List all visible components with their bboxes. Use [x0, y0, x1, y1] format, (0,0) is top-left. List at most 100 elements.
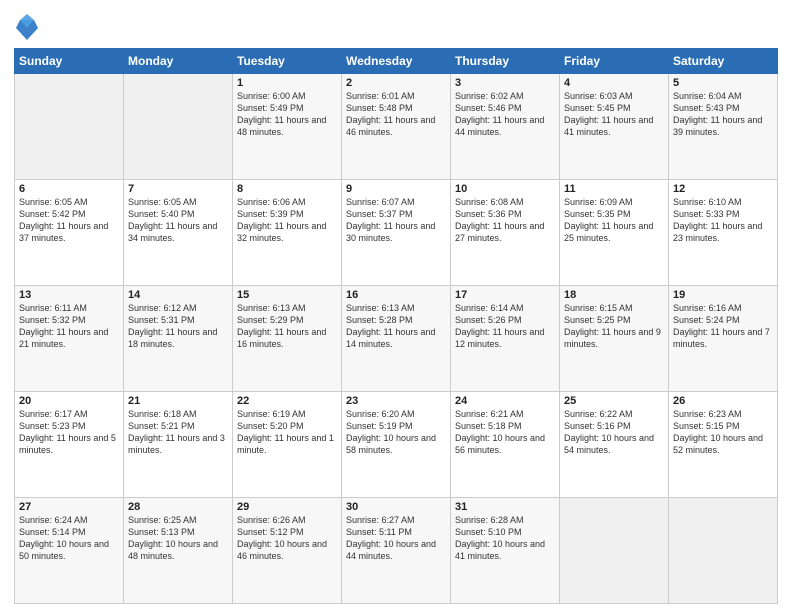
day-number: 22 — [237, 395, 337, 407]
calendar-cell: 5Sunrise: 6:04 AM Sunset: 5:43 PM Daylig… — [669, 74, 778, 180]
day-number: 6 — [19, 183, 119, 195]
day-info: Sunrise: 6:13 AM Sunset: 5:29 PM Dayligh… — [237, 302, 337, 351]
day-info: Sunrise: 6:06 AM Sunset: 5:39 PM Dayligh… — [237, 196, 337, 245]
day-info: Sunrise: 6:16 AM Sunset: 5:24 PM Dayligh… — [673, 302, 773, 351]
calendar-cell: 22Sunrise: 6:19 AM Sunset: 5:20 PM Dayli… — [233, 392, 342, 498]
day-header-tuesday: Tuesday — [233, 49, 342, 74]
day-info: Sunrise: 6:01 AM Sunset: 5:48 PM Dayligh… — [346, 90, 446, 139]
day-number: 19 — [673, 289, 773, 301]
day-info: Sunrise: 6:04 AM Sunset: 5:43 PM Dayligh… — [673, 90, 773, 139]
day-header-wednesday: Wednesday — [342, 49, 451, 74]
calendar-cell: 8Sunrise: 6:06 AM Sunset: 5:39 PM Daylig… — [233, 180, 342, 286]
calendar-cell — [124, 74, 233, 180]
day-number: 28 — [128, 501, 228, 513]
calendar-cell: 17Sunrise: 6:14 AM Sunset: 5:26 PM Dayli… — [451, 286, 560, 392]
day-number: 14 — [128, 289, 228, 301]
day-number: 4 — [564, 77, 664, 89]
logo-icon — [16, 14, 38, 42]
page: SundayMondayTuesdayWednesdayThursdayFrid… — [0, 0, 792, 612]
calendar-cell: 21Sunrise: 6:18 AM Sunset: 5:21 PM Dayli… — [124, 392, 233, 498]
day-number: 23 — [346, 395, 446, 407]
calendar-cell: 19Sunrise: 6:16 AM Sunset: 5:24 PM Dayli… — [669, 286, 778, 392]
day-number: 11 — [564, 183, 664, 195]
calendar-cell: 10Sunrise: 6:08 AM Sunset: 5:36 PM Dayli… — [451, 180, 560, 286]
day-header-saturday: Saturday — [669, 49, 778, 74]
logo — [14, 12, 38, 42]
day-info: Sunrise: 6:10 AM Sunset: 5:33 PM Dayligh… — [673, 196, 773, 245]
day-number: 5 — [673, 77, 773, 89]
day-info: Sunrise: 6:13 AM Sunset: 5:28 PM Dayligh… — [346, 302, 446, 351]
calendar-cell — [669, 498, 778, 604]
calendar-cell: 24Sunrise: 6:21 AM Sunset: 5:18 PM Dayli… — [451, 392, 560, 498]
calendar-week-3: 13Sunrise: 6:11 AM Sunset: 5:32 PM Dayli… — [15, 286, 778, 392]
calendar-cell: 26Sunrise: 6:23 AM Sunset: 5:15 PM Dayli… — [669, 392, 778, 498]
calendar-cell: 14Sunrise: 6:12 AM Sunset: 5:31 PM Dayli… — [124, 286, 233, 392]
day-number: 7 — [128, 183, 228, 195]
calendar-week-5: 27Sunrise: 6:24 AM Sunset: 5:14 PM Dayli… — [15, 498, 778, 604]
day-header-monday: Monday — [124, 49, 233, 74]
day-info: Sunrise: 6:08 AM Sunset: 5:36 PM Dayligh… — [455, 196, 555, 245]
day-info: Sunrise: 6:07 AM Sunset: 5:37 PM Dayligh… — [346, 196, 446, 245]
calendar-cell: 9Sunrise: 6:07 AM Sunset: 5:37 PM Daylig… — [342, 180, 451, 286]
day-info: Sunrise: 6:28 AM Sunset: 5:10 PM Dayligh… — [455, 514, 555, 563]
day-info: Sunrise: 6:24 AM Sunset: 5:14 PM Dayligh… — [19, 514, 119, 563]
day-info: Sunrise: 6:22 AM Sunset: 5:16 PM Dayligh… — [564, 408, 664, 457]
day-number: 18 — [564, 289, 664, 301]
calendar-table: SundayMondayTuesdayWednesdayThursdayFrid… — [14, 48, 778, 604]
day-number: 20 — [19, 395, 119, 407]
header — [14, 10, 778, 42]
day-number: 2 — [346, 77, 446, 89]
day-info: Sunrise: 6:09 AM Sunset: 5:35 PM Dayligh… — [564, 196, 664, 245]
calendar-cell: 20Sunrise: 6:17 AM Sunset: 5:23 PM Dayli… — [15, 392, 124, 498]
calendar-cell: 15Sunrise: 6:13 AM Sunset: 5:29 PM Dayli… — [233, 286, 342, 392]
day-number: 13 — [19, 289, 119, 301]
calendar-cell — [15, 74, 124, 180]
calendar-cell: 6Sunrise: 6:05 AM Sunset: 5:42 PM Daylig… — [15, 180, 124, 286]
day-info: Sunrise: 6:19 AM Sunset: 5:20 PM Dayligh… — [237, 408, 337, 457]
day-number: 30 — [346, 501, 446, 513]
day-info: Sunrise: 6:02 AM Sunset: 5:46 PM Dayligh… — [455, 90, 555, 139]
calendar-cell: 25Sunrise: 6:22 AM Sunset: 5:16 PM Dayli… — [560, 392, 669, 498]
day-number: 21 — [128, 395, 228, 407]
calendar-cell: 23Sunrise: 6:20 AM Sunset: 5:19 PM Dayli… — [342, 392, 451, 498]
day-info: Sunrise: 6:23 AM Sunset: 5:15 PM Dayligh… — [673, 408, 773, 457]
day-info: Sunrise: 6:12 AM Sunset: 5:31 PM Dayligh… — [128, 302, 228, 351]
day-number: 26 — [673, 395, 773, 407]
day-info: Sunrise: 6:05 AM Sunset: 5:42 PM Dayligh… — [19, 196, 119, 245]
day-info: Sunrise: 6:15 AM Sunset: 5:25 PM Dayligh… — [564, 302, 664, 351]
day-number: 29 — [237, 501, 337, 513]
calendar-cell: 13Sunrise: 6:11 AM Sunset: 5:32 PM Dayli… — [15, 286, 124, 392]
calendar-header-row: SundayMondayTuesdayWednesdayThursdayFrid… — [15, 49, 778, 74]
calendar-cell: 7Sunrise: 6:05 AM Sunset: 5:40 PM Daylig… — [124, 180, 233, 286]
day-info: Sunrise: 6:18 AM Sunset: 5:21 PM Dayligh… — [128, 408, 228, 457]
day-info: Sunrise: 6:17 AM Sunset: 5:23 PM Dayligh… — [19, 408, 119, 457]
calendar-cell: 4Sunrise: 6:03 AM Sunset: 5:45 PM Daylig… — [560, 74, 669, 180]
calendar-cell: 11Sunrise: 6:09 AM Sunset: 5:35 PM Dayli… — [560, 180, 669, 286]
day-number: 3 — [455, 77, 555, 89]
day-number: 15 — [237, 289, 337, 301]
day-number: 31 — [455, 501, 555, 513]
calendar-cell: 16Sunrise: 6:13 AM Sunset: 5:28 PM Dayli… — [342, 286, 451, 392]
day-number: 17 — [455, 289, 555, 301]
calendar-week-2: 6Sunrise: 6:05 AM Sunset: 5:42 PM Daylig… — [15, 180, 778, 286]
day-number: 25 — [564, 395, 664, 407]
day-info: Sunrise: 6:25 AM Sunset: 5:13 PM Dayligh… — [128, 514, 228, 563]
day-number: 24 — [455, 395, 555, 407]
calendar-cell: 18Sunrise: 6:15 AM Sunset: 5:25 PM Dayli… — [560, 286, 669, 392]
day-info: Sunrise: 6:14 AM Sunset: 5:26 PM Dayligh… — [455, 302, 555, 351]
day-header-friday: Friday — [560, 49, 669, 74]
calendar-cell: 12Sunrise: 6:10 AM Sunset: 5:33 PM Dayli… — [669, 180, 778, 286]
day-info: Sunrise: 6:03 AM Sunset: 5:45 PM Dayligh… — [564, 90, 664, 139]
calendar-cell: 2Sunrise: 6:01 AM Sunset: 5:48 PM Daylig… — [342, 74, 451, 180]
calendar-cell — [560, 498, 669, 604]
day-info: Sunrise: 6:26 AM Sunset: 5:12 PM Dayligh… — [237, 514, 337, 563]
calendar-week-4: 20Sunrise: 6:17 AM Sunset: 5:23 PM Dayli… — [15, 392, 778, 498]
day-info: Sunrise: 6:11 AM Sunset: 5:32 PM Dayligh… — [19, 302, 119, 351]
day-number: 27 — [19, 501, 119, 513]
calendar-cell: 30Sunrise: 6:27 AM Sunset: 5:11 PM Dayli… — [342, 498, 451, 604]
day-info: Sunrise: 6:20 AM Sunset: 5:19 PM Dayligh… — [346, 408, 446, 457]
day-number: 12 — [673, 183, 773, 195]
calendar-week-1: 1Sunrise: 6:00 AM Sunset: 5:49 PM Daylig… — [15, 74, 778, 180]
calendar-cell: 27Sunrise: 6:24 AM Sunset: 5:14 PM Dayli… — [15, 498, 124, 604]
day-info: Sunrise: 6:21 AM Sunset: 5:18 PM Dayligh… — [455, 408, 555, 457]
